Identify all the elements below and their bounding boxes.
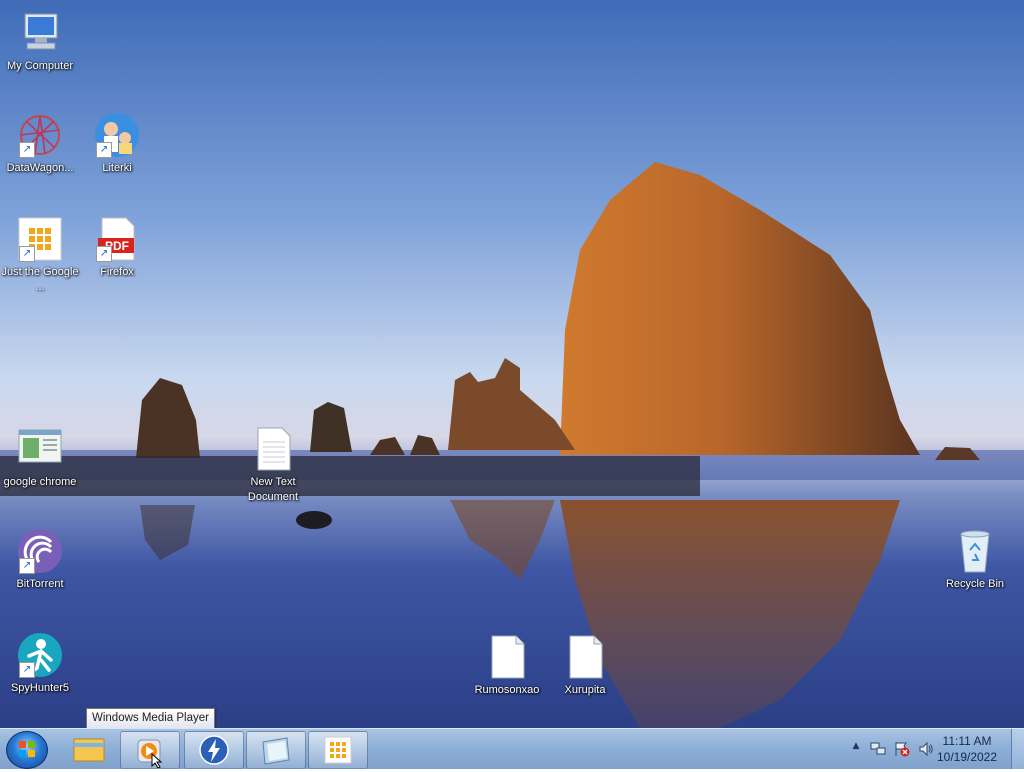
desktop-icon-firefox[interactable]: PDF ↗ Firefox xyxy=(77,216,157,280)
taskbar: ▲ 11:11 AM 10/19/2022 xyxy=(0,728,1024,769)
desktop-icon-label: BitTorrent xyxy=(16,578,64,590)
desktop-icon-new-text-document[interactable]: New Text Document xyxy=(233,426,313,505)
grid-app-icon: ↗ xyxy=(17,216,63,262)
taskbar-tooltip: Windows Media Player xyxy=(86,708,215,729)
taskbar-windows-explorer[interactable] xyxy=(60,731,118,767)
wallpaper-haystack-rock xyxy=(0,162,1024,728)
desktop-icon-google-chrome[interactable]: google chrome xyxy=(0,426,80,490)
notepad-icon xyxy=(262,737,290,765)
desktop-icon-label: Literki xyxy=(102,162,132,174)
taskbar-windows-media-player[interactable] xyxy=(120,731,180,769)
desktop-icon-label: Recycle Bin xyxy=(945,578,1005,590)
taskbar-grid-app[interactable] xyxy=(308,731,368,769)
start-button[interactable] xyxy=(6,731,48,769)
desktop-icon-spyhunter[interactable]: ↗ SpyHunter5 xyxy=(0,632,80,696)
desktop-icon-label: Just the Google ... xyxy=(1,266,79,293)
desktop-icon-rumosonxao[interactable]: Rumosonxao xyxy=(467,634,547,698)
computer-icon xyxy=(17,10,63,56)
show-hidden-icons-chevron-icon[interactable]: ▲ xyxy=(848,741,864,757)
text-file-icon xyxy=(250,426,296,472)
desktop[interactable]: My Computer ↗ DataWagon... ↗ Literki ↗ J… xyxy=(0,0,1024,728)
desktop-icon-recycle-bin[interactable]: Recycle Bin xyxy=(935,528,1015,592)
datawagon-icon: ↗ xyxy=(17,112,63,158)
pdf-file-icon: PDF ↗ xyxy=(94,216,140,262)
clock[interactable]: 11:11 AM 10/19/2022 xyxy=(930,733,1004,765)
spyhunter-icon: ↗ xyxy=(17,632,63,678)
desktop-icon-datawagon[interactable]: ↗ DataWagon... xyxy=(0,112,80,176)
desktop-icon-my-computer[interactable]: My Computer xyxy=(0,10,80,74)
literki-icon: ↗ xyxy=(94,112,140,158)
windows-media-player-icon xyxy=(137,739,163,769)
desktop-icon-xurupita[interactable]: Xurupita xyxy=(545,634,625,698)
shortcut-arrow-icon: ↗ xyxy=(19,662,35,678)
desktop-icon-label: My Computer xyxy=(6,60,74,72)
desktop-icon-bittorrent[interactable]: ↗ BitTorrent xyxy=(0,528,80,592)
shortcut-arrow-icon: ↗ xyxy=(19,558,35,574)
desktop-icon-label: Firefox xyxy=(100,266,134,278)
show-desktop-button[interactable] xyxy=(1011,729,1024,769)
window-app-icon xyxy=(17,426,63,472)
windows-explorer-icon xyxy=(73,738,105,762)
clock-date: 10/19/2022 xyxy=(936,750,998,764)
desktop-icon-label: google chrome xyxy=(3,476,77,488)
blank-file-icon xyxy=(484,634,530,680)
shortcut-arrow-icon: ↗ xyxy=(96,246,112,262)
grid-app-icon xyxy=(324,736,352,764)
thunderbolt-app-icon xyxy=(199,735,229,765)
desktop-icon-label: DataWagon... xyxy=(6,162,74,174)
blank-file-icon xyxy=(562,634,608,680)
clock-time: 11:11 AM xyxy=(942,734,992,748)
desktop-icon-just-google[interactable]: ↗ Just the Google ... xyxy=(0,216,80,295)
recycle-bin-icon xyxy=(952,528,998,574)
shortcut-arrow-icon: ↗ xyxy=(19,142,35,158)
taskbar-thunderbolt-app[interactable] xyxy=(184,731,244,769)
desktop-icon-label: New Text Document xyxy=(247,476,299,503)
desktop-icon-label: SpyHunter5 xyxy=(10,682,70,694)
desktop-icon-literki[interactable]: ↗ Literki xyxy=(77,112,157,176)
taskbar-notepad[interactable] xyxy=(246,731,306,769)
system-tray: ▲ 11:11 AM 10/19/2022 xyxy=(834,729,1024,769)
windows-logo-icon xyxy=(19,741,35,757)
network-icon[interactable] xyxy=(870,741,886,757)
desktop-icon-label: Rumosonxao xyxy=(474,684,540,696)
desktop-icon-label: Xurupita xyxy=(564,684,606,696)
shortcut-arrow-icon: ↗ xyxy=(96,142,112,158)
bittorrent-icon: ↗ xyxy=(17,528,63,574)
shortcut-arrow-icon: ↗ xyxy=(19,246,35,262)
action-center-flag-icon[interactable] xyxy=(894,741,910,757)
